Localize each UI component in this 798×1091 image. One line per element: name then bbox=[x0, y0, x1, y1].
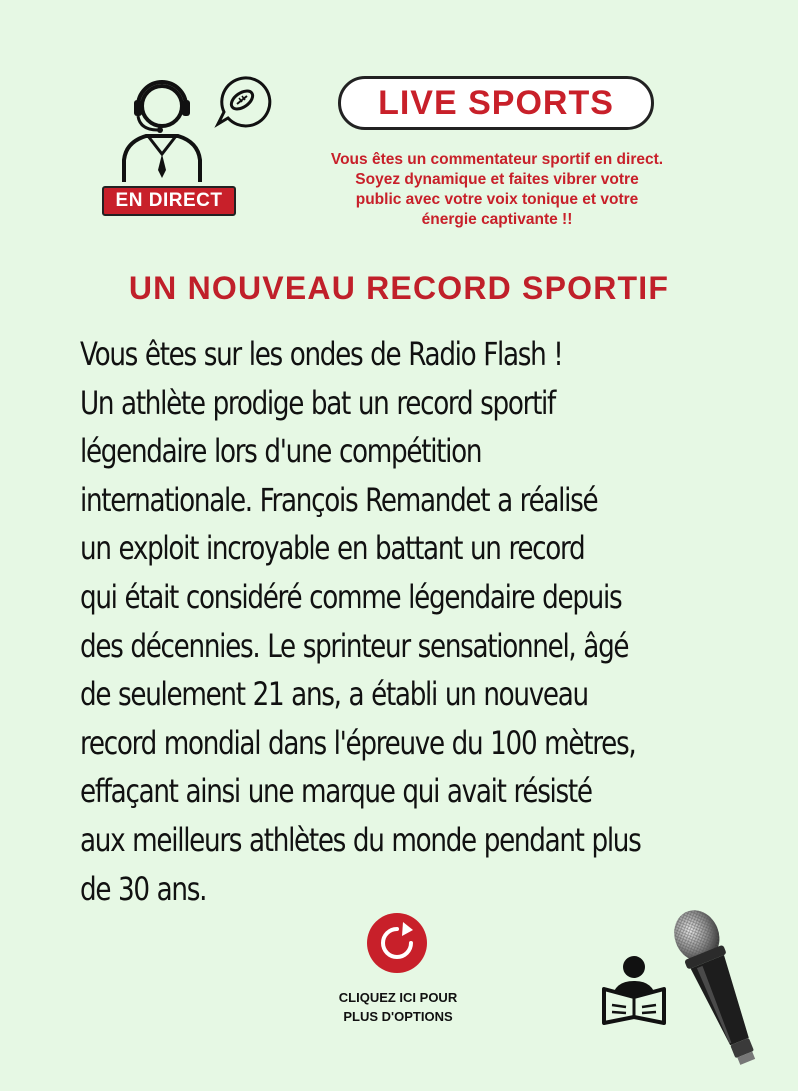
commentator-headset-icon bbox=[122, 76, 272, 182]
article-line: légendaire lors d'une compétition bbox=[80, 432, 483, 471]
article-line: effaçant ainsi une marque qui avait rési… bbox=[80, 772, 593, 811]
article-line: internationale. François Remandet a réal… bbox=[80, 480, 599, 519]
activity-card: EN DIRECT LIVE SPORTS Vous êtes un comme… bbox=[0, 0, 798, 1091]
person-reading-icon bbox=[602, 956, 666, 1025]
article-headline: UN NOUVEAU RECORD SPORTIF bbox=[128, 270, 670, 306]
intro-line: public avec votre voix tonique et votre bbox=[355, 191, 639, 208]
intro-line: Soyez dynamique et faites vibrer votre bbox=[355, 171, 639, 188]
article-line: record mondial dans l'épreuve du 100 mèt… bbox=[80, 723, 637, 762]
article-line: aux meilleurs athlètes du monde pendant … bbox=[80, 820, 642, 859]
intro-text: Vous êtes un commentateur sportif en dir… bbox=[262, 150, 732, 230]
football-speech-bubble-icon bbox=[214, 76, 272, 128]
article-line: de 30 ans. bbox=[80, 869, 207, 908]
article-line: Un athlète prodige bat un record sportif bbox=[80, 383, 556, 422]
microphone-icon bbox=[674, 910, 756, 1065]
options-label-line[interactable]: PLUS D'OPTIONS bbox=[318, 1007, 478, 1026]
article-line: des décennies. Le sprinteur sensationnel… bbox=[80, 626, 630, 665]
article-line: un exploit incroyable en battant un reco… bbox=[80, 529, 586, 568]
article-body: Vous êtes sur les ondes de Radio Flash !… bbox=[80, 330, 732, 913]
live-badge: EN DIRECT bbox=[102, 186, 236, 216]
intro-line: énergie captivante !! bbox=[421, 211, 573, 228]
article-line: Vous êtes sur les ondes de Radio Flash ! bbox=[80, 335, 564, 373]
more-options-label[interactable]: CLIQUEZ ICI POUR PLUS D'OPTIONS bbox=[318, 988, 478, 1026]
article-line: qui était considéré comme légendaire dep… bbox=[80, 577, 623, 616]
more-options-button[interactable] bbox=[366, 912, 428, 974]
article-line: de seulement 21 ans, a établi un nouveau bbox=[80, 675, 589, 714]
options-label-line[interactable]: CLIQUEZ ICI POUR bbox=[318, 988, 478, 1007]
intro-line: Vous êtes un commentateur sportif en dir… bbox=[330, 151, 664, 168]
live-sports-title: LIVE SPORTS bbox=[338, 76, 654, 130]
